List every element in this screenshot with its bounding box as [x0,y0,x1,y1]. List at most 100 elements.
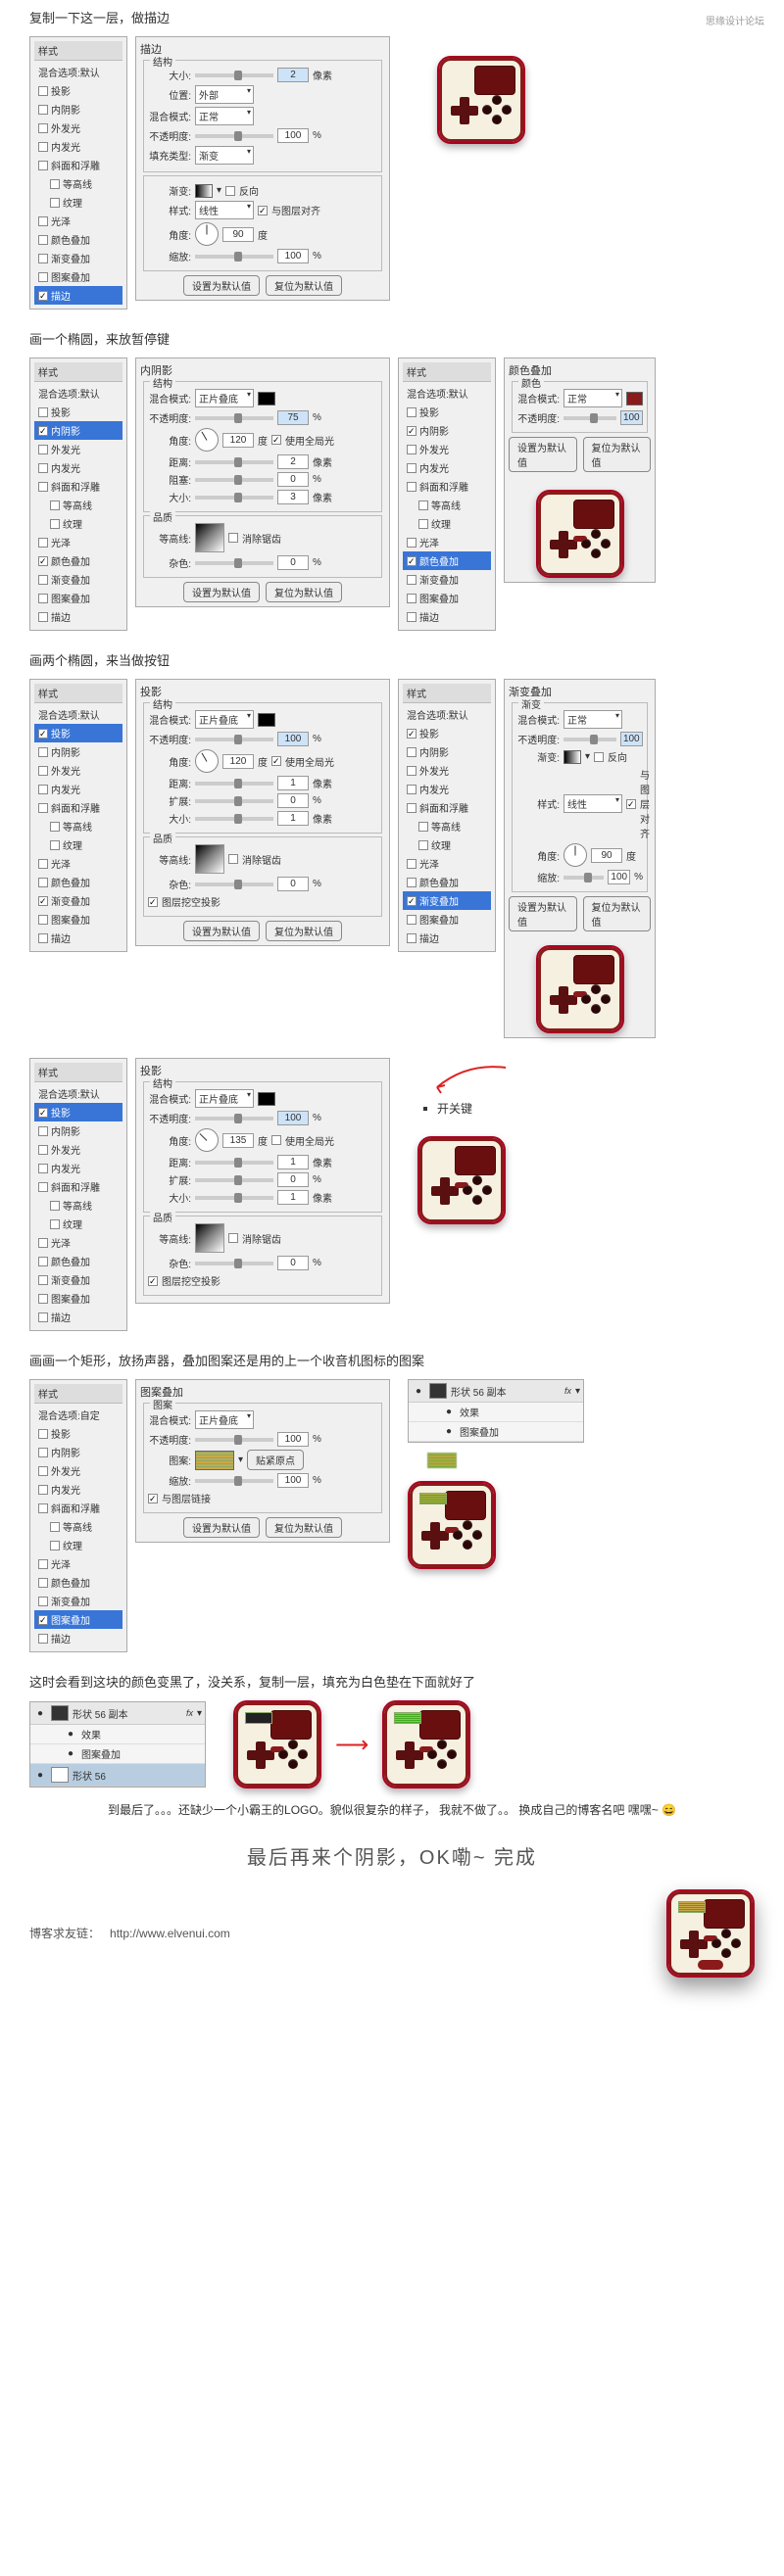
layer-effects[interactable]: ●效果 [409,1403,583,1422]
opt-bevel[interactable]: 斜面和浮雕 [34,798,122,817]
opt-gradient-overlay[interactable]: 渐变叠加 [34,1270,122,1289]
opt-color-overlay[interactable]: 颜色叠加 [34,1573,122,1592]
scale-slider[interactable] [195,1479,273,1483]
chevron-down-icon[interactable]: ▾ [197,1708,202,1719]
opt-contour[interactable]: 等高线 [34,496,122,514]
opacity-slider[interactable] [195,1438,273,1442]
size-input[interactable]: 2 [277,68,309,82]
opt-gradient-overlay[interactable]: 渐变叠加 [34,1592,122,1610]
eye-icon[interactable]: ● [33,1708,47,1719]
layer-effects[interactable]: ●效果 [30,1725,205,1744]
opt-outer-glow[interactable]: 外发光 [34,1140,122,1159]
blend-select[interactable]: 正片叠底 [195,710,254,729]
size-slider[interactable] [195,73,273,77]
opt-pattern-overlay[interactable]: 图案叠加 [34,1610,122,1629]
opt-inner-glow[interactable]: 内发光 [34,780,122,798]
eye-icon[interactable]: ● [33,1770,47,1781]
opacity-input[interactable]: 100 [277,128,309,143]
contour-swatch[interactable] [195,523,224,552]
gradient-swatch[interactable] [195,184,213,198]
set-default-button[interactable]: 设置为默认值 [509,896,577,931]
opt-gradient-overlay[interactable]: 渐变叠加 [34,570,122,589]
opt-satin[interactable]: 光泽 [34,1554,122,1573]
opacity-input[interactable]: 100 [277,732,309,746]
opt-satin[interactable]: 光泽 [34,533,122,551]
opt-outer-glow[interactable]: 外发光 [34,1461,122,1480]
opt-drop-shadow[interactable]: 投影 [34,724,122,742]
snap-origin-button[interactable]: 贴紧原点 [247,1450,304,1470]
chevron-down-icon[interactable]: ▾ [575,1386,580,1397]
opt-inner-glow[interactable]: 内发光 [34,458,122,477]
link-layer-check[interactable] [148,1494,158,1503]
noise-slider[interactable] [195,561,273,565]
opt-drop-shadow[interactable]: 投影 [34,403,122,421]
blend-select[interactable]: 正片叠底 [195,1410,254,1429]
angle-input[interactable]: 120 [222,433,254,448]
angle-dial[interactable] [195,749,219,773]
opt-pattern-overlay[interactable]: 图案叠加 [403,589,491,607]
opt-inner-glow[interactable]: 内发光 [34,137,122,156]
angle-input[interactable]: 90 [222,227,254,242]
opt-color-overlay[interactable]: 颜色叠加 [34,551,122,570]
set-default-button[interactable]: 设置为默认值 [183,582,260,602]
opt-bevel[interactable]: 斜面和浮雕 [403,798,491,817]
blend-select[interactable]: 正常 [564,389,622,407]
opacity-slider[interactable] [195,134,273,138]
opt-gradient-overlay[interactable]: 渐变叠加 [403,891,491,910]
opt-inner-shadow[interactable]: 内阴影 [403,742,491,761]
antialias-check[interactable] [228,1233,238,1243]
dist-slider[interactable] [195,782,273,786]
blend-select[interactable]: 正片叠底 [195,389,254,407]
noise-slider[interactable] [195,883,273,886]
opt-color-overlay[interactable]: 颜色叠加 [34,230,122,249]
align-check[interactable] [626,799,636,809]
opt-drop-shadow[interactable]: 投影 [34,81,122,100]
scale-input[interactable]: 100 [277,1473,309,1488]
pattern-dropdown-icon[interactable]: ▾ [238,1455,243,1465]
reset-default-button[interactable]: 复位为默认值 [583,437,652,472]
opt-satin[interactable]: 光泽 [403,533,491,551]
angle-input[interactable]: 90 [591,848,622,863]
antialias-check[interactable] [228,533,238,543]
opt-inner-shadow[interactable]: 内阴影 [34,100,122,119]
angle-input[interactable]: 120 [222,754,254,769]
link-url[interactable]: http://www.elvenui.com [110,1927,230,1940]
dist-slider[interactable] [195,460,273,464]
noise-slider[interactable] [195,1262,273,1265]
reverse-check[interactable] [225,186,235,196]
blending-options[interactable]: 混合选项:默认 [403,384,491,403]
scale-slider[interactable] [195,255,273,259]
opt-bevel[interactable]: 斜面和浮雕 [34,477,122,496]
choke-slider[interactable] [195,478,273,482]
opt-inner-shadow[interactable]: 内阴影 [34,1121,122,1140]
reset-default-button[interactable]: 复位为默认值 [266,921,342,941]
opacity-input[interactable]: 75 [277,410,309,425]
opt-inner-glow[interactable]: 内发光 [34,1159,122,1177]
angle-input[interactable]: 135 [222,1133,254,1148]
blending-options[interactable]: 混合选项:默认 [34,705,122,724]
color-swatch[interactable] [258,713,275,727]
opt-stroke[interactable]: 描边 [34,607,122,626]
angle-dial[interactable] [195,222,219,246]
eye-icon[interactable]: ● [412,1386,425,1397]
opt-gradient-overlay[interactable]: 渐变叠加 [34,249,122,267]
opt-pattern-overlay[interactable]: 图案叠加 [34,1289,122,1308]
opt-pattern-overlay[interactable]: 图案叠加 [403,910,491,929]
opt-drop-shadow[interactable]: 投影 [34,1103,122,1121]
opt-inner-glow[interactable]: 内发光 [403,780,491,798]
size-slider[interactable] [195,496,273,500]
angle-dial[interactable] [564,843,587,867]
opt-drop-shadow[interactable]: 投影 [403,403,491,421]
opacity-input[interactable]: 100 [620,410,643,425]
color-swatch[interactable] [258,392,275,405]
knockout-check[interactable] [148,1276,158,1286]
opt-contour[interactable]: 等高线 [34,174,122,193]
opacity-slider[interactable] [564,738,616,741]
opt-inner-glow[interactable]: 内发光 [34,1480,122,1499]
set-default-button[interactable]: 设置为默认值 [509,437,577,472]
opt-stroke[interactable]: 描边 [34,1629,122,1647]
blending-options[interactable]: 混合选项:默认 [403,705,491,724]
opt-pattern-overlay[interactable]: 图案叠加 [34,267,122,286]
contour-swatch[interactable] [195,1223,224,1253]
dist-slider[interactable] [195,1161,273,1165]
